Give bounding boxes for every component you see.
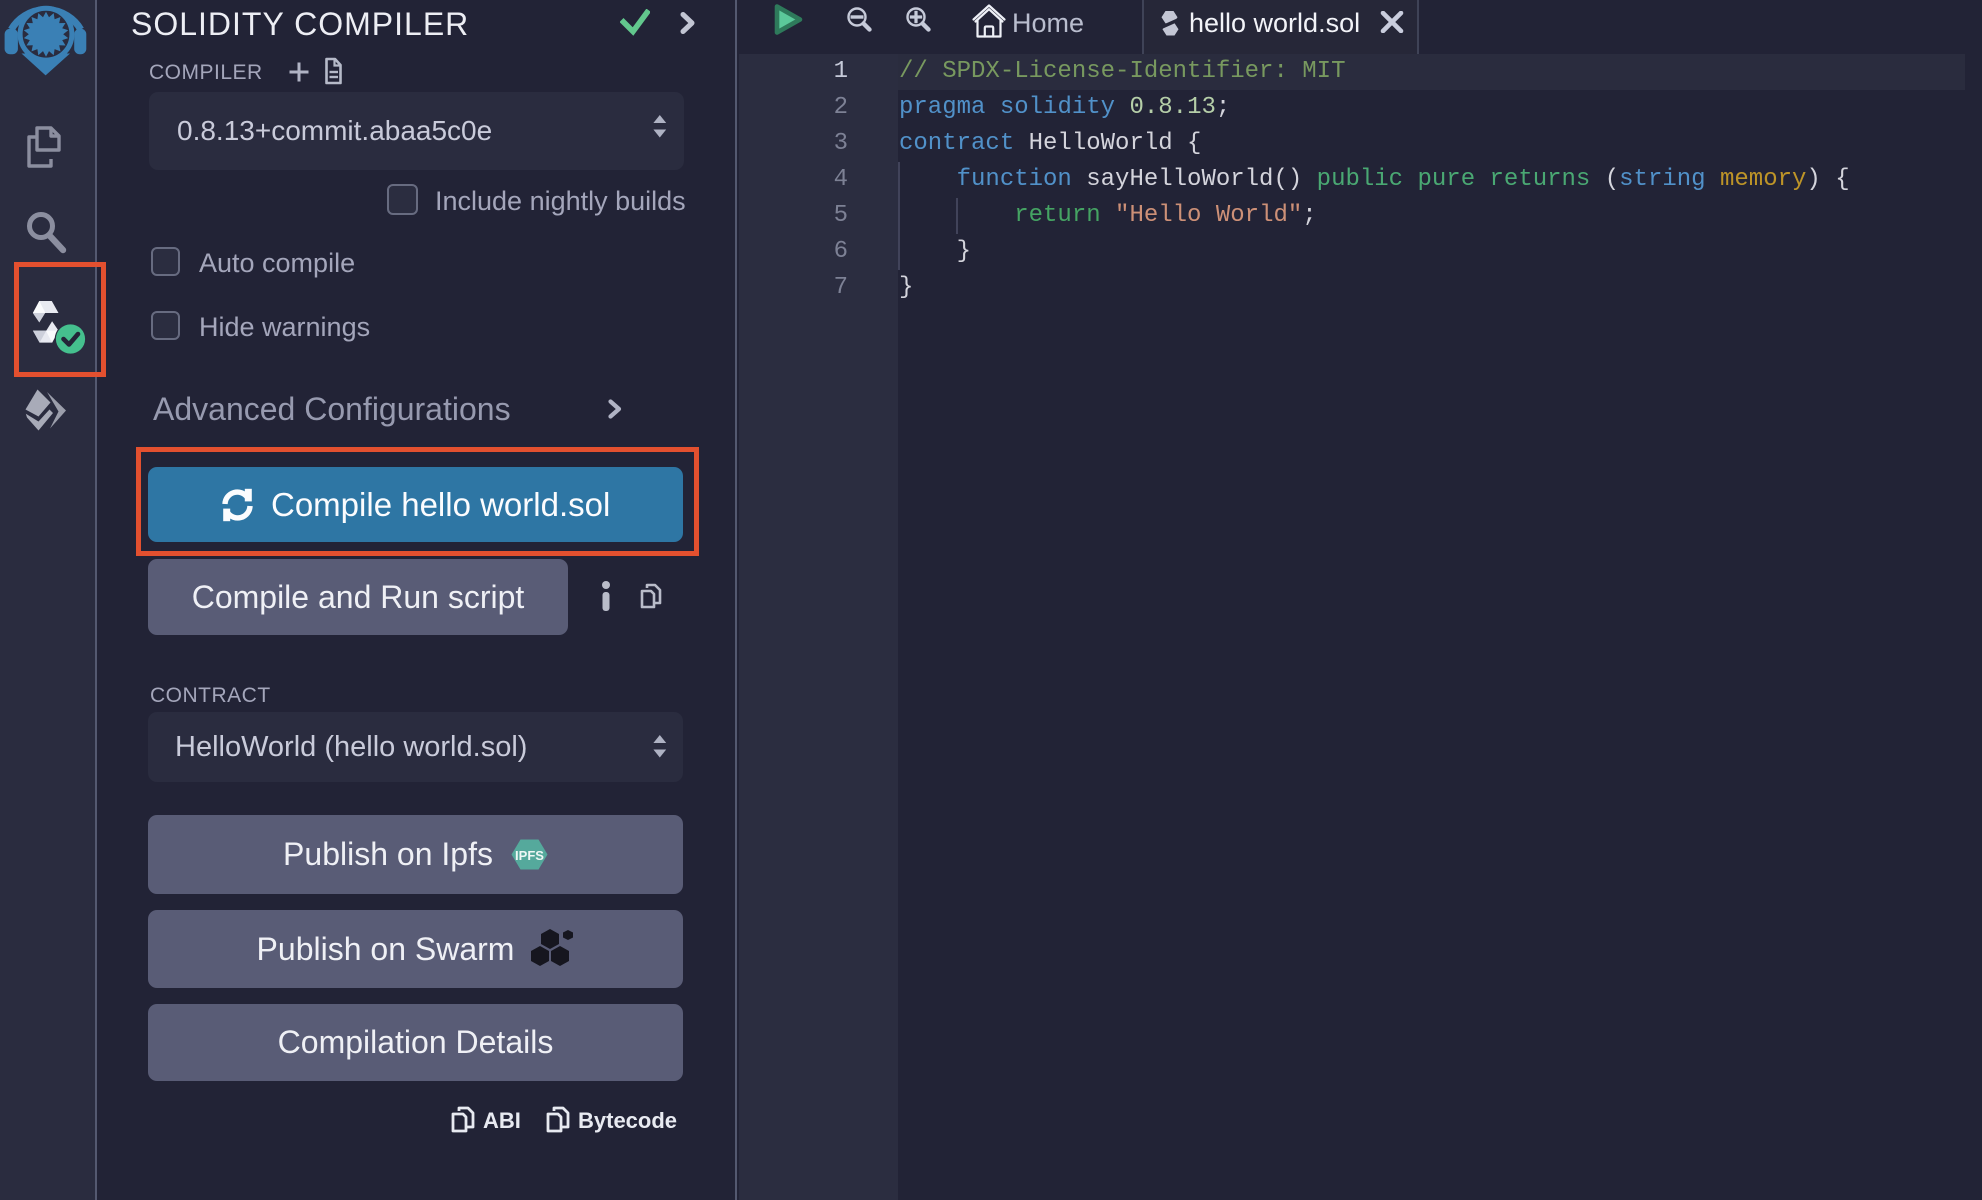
svg-text:IPFS: IPFS bbox=[515, 848, 544, 863]
